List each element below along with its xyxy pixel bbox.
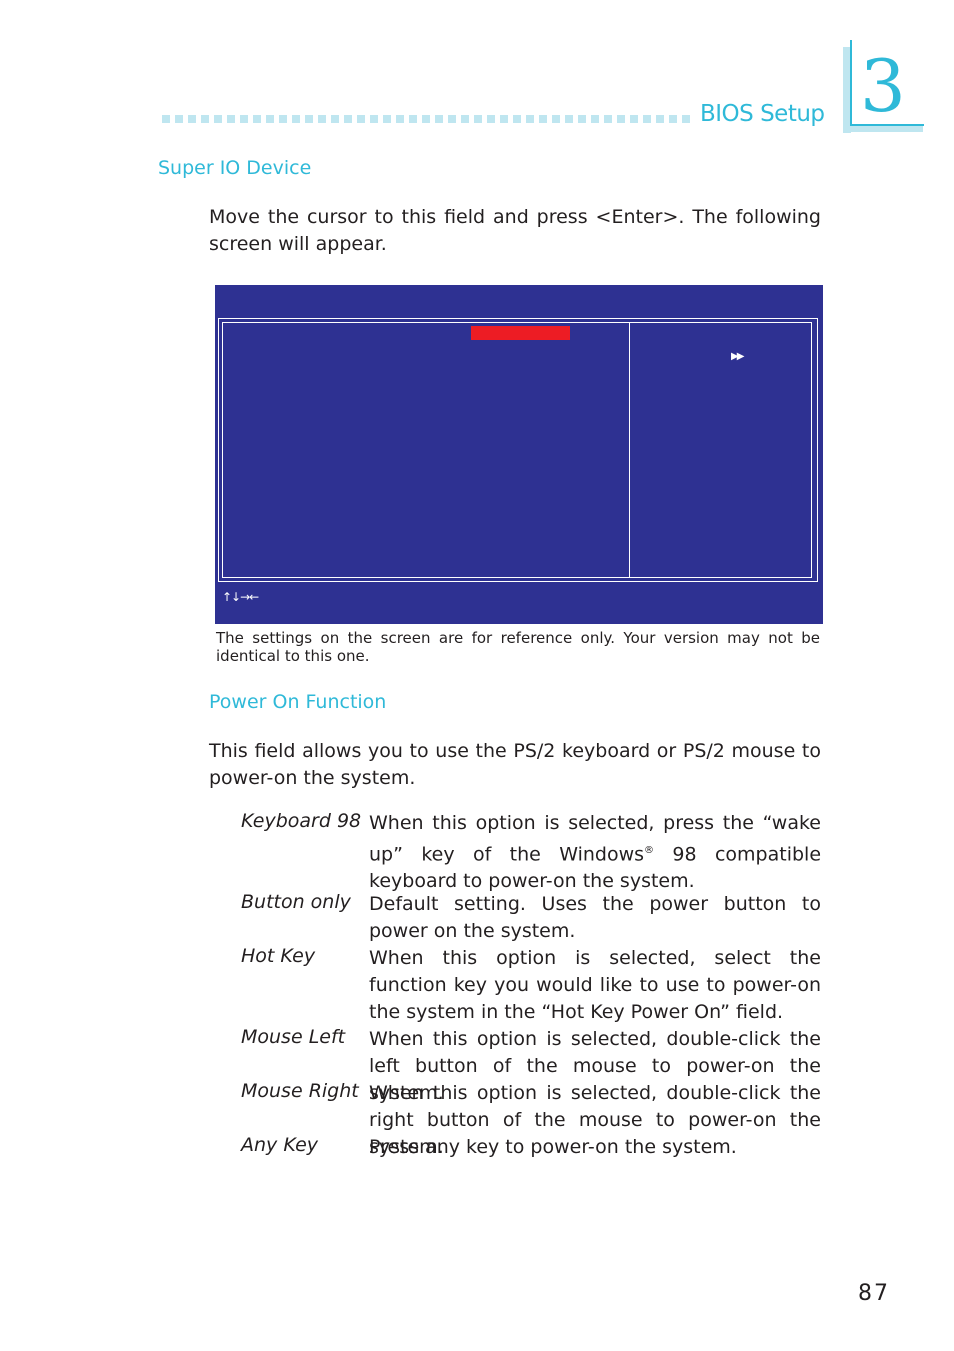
option-term: Button only [241, 891, 351, 913]
option-desc: When this option is selected, select the… [369, 947, 821, 1023]
option-term: Mouse Left [241, 1026, 346, 1048]
option-term: Hot Key [241, 945, 316, 967]
page-number: 87 [858, 1281, 890, 1306]
super-io-intro: Move the cursor to this field and press … [209, 206, 821, 255]
bios-selected-item[interactable] [471, 326, 570, 340]
bios-screen: ▶▶ ↑↓→← [215, 285, 823, 624]
bios-help-divider [629, 322, 630, 578]
registered-mark: ® [644, 845, 655, 856]
chapter-number: 3 [860, 44, 906, 128]
power-on-intro: This field allows you to use the PS/2 ke… [209, 740, 821, 789]
chapter-box-line [850, 40, 852, 126]
option-desc: Press any key to power-on the system. [369, 1136, 737, 1158]
submenu-arrow-icon: ▶▶ [731, 351, 744, 362]
option-term: Mouse Right [241, 1080, 359, 1102]
option-desc: Default setting. Uses the power button t… [369, 893, 821, 942]
screen-caption: The settings on the screen are for refer… [216, 629, 820, 665]
super-io-heading: Super IO Device [158, 157, 312, 179]
option-term: Keyboard 98 [241, 810, 362, 832]
header-dotted-rule [162, 115, 692, 123]
nav-arrows-icon: ↑↓→← [222, 590, 259, 604]
bios-inner-frame [222, 322, 812, 578]
option-term: Any Key [241, 1134, 319, 1156]
section-title: BIOS Setup [700, 101, 825, 127]
option-desc: When this option is selected, press the … [369, 810, 821, 895]
power-on-heading: Power On Function [209, 691, 387, 713]
